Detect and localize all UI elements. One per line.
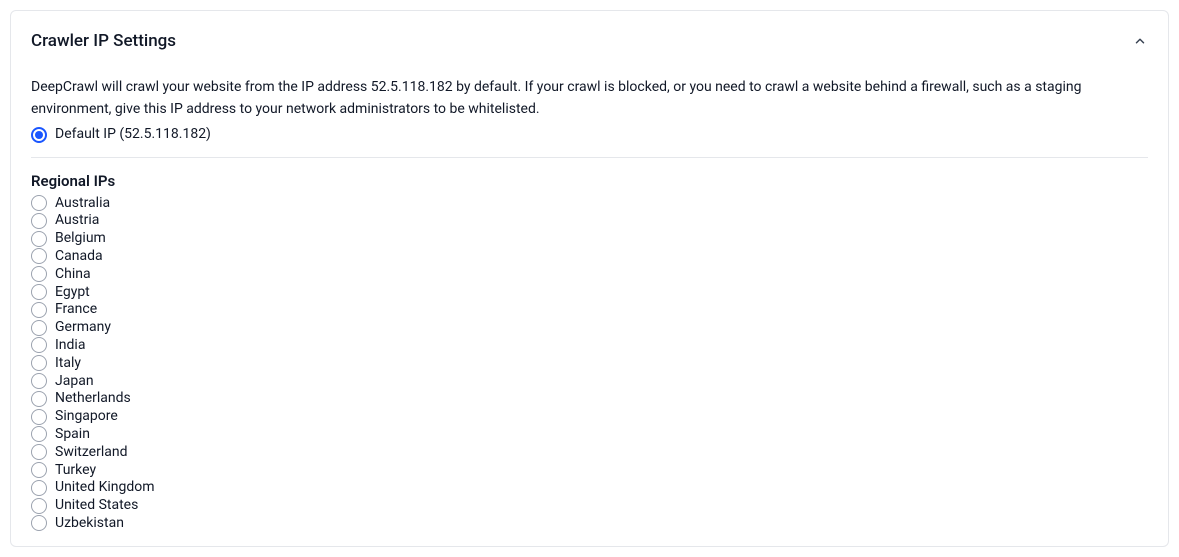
panel-description: DeepCrawl will crawl your website from t…: [31, 77, 1148, 120]
panel-header[interactable]: Crawler IP Settings: [31, 31, 1148, 51]
radio-icon[interactable]: [31, 266, 47, 282]
regional-ip-option[interactable]: Australia: [31, 194, 1148, 212]
radio-label: Japan: [55, 373, 94, 390]
regional-ip-option[interactable]: Japan: [31, 372, 1148, 390]
radio-icon[interactable]: [31, 444, 47, 460]
regional-ip-option[interactable]: Singapore: [31, 408, 1148, 426]
radio-label: United States: [55, 497, 138, 514]
radio-icon[interactable]: [31, 320, 47, 336]
radio-label: Switzerland: [55, 444, 127, 461]
regional-ip-option[interactable]: Austria: [31, 212, 1148, 230]
panel-title: Crawler IP Settings: [31, 31, 176, 51]
radio-icon[interactable]: [31, 480, 47, 496]
radio-icon[interactable]: [31, 337, 47, 353]
crawler-ip-settings-panel: Crawler IP Settings DeepCrawl will crawl…: [10, 10, 1169, 547]
radio-label: Default IP (52.5.118.182): [55, 126, 211, 143]
radio-label: Turkey: [55, 462, 96, 479]
radio-icon[interactable]: [31, 248, 47, 264]
radio-label: Australia: [55, 195, 110, 212]
chevron-up-icon[interactable]: [1132, 33, 1148, 49]
radio-icon[interactable]: [31, 462, 47, 478]
regional-ip-option[interactable]: France: [31, 301, 1148, 319]
radio-selected-icon[interactable]: [31, 127, 47, 143]
radio-icon[interactable]: [31, 284, 47, 300]
regional-ip-option[interactable]: United Kingdom: [31, 479, 1148, 497]
radio-label: Canada: [55, 248, 103, 265]
radio-label: Belgium: [55, 230, 106, 247]
regional-ips-title: Regional IPs: [31, 172, 1148, 190]
radio-label: Spain: [55, 426, 90, 443]
radio-icon[interactable]: [31, 213, 47, 229]
radio-icon[interactable]: [31, 409, 47, 425]
regional-ip-option[interactable]: Germany: [31, 319, 1148, 337]
regional-ip-option[interactable]: China: [31, 265, 1148, 283]
radio-label: Netherlands: [55, 390, 131, 407]
regional-ips-list: AustraliaAustriaBelgiumCanadaChinaEgyptF…: [31, 194, 1148, 532]
regional-ip-option[interactable]: Belgium: [31, 230, 1148, 248]
divider: [31, 157, 1148, 158]
radio-icon[interactable]: [31, 426, 47, 442]
radio-label: United Kingdom: [55, 479, 155, 496]
radio-label: Italy: [55, 355, 81, 372]
radio-icon[interactable]: [31, 515, 47, 531]
radio-icon[interactable]: [31, 231, 47, 247]
regional-ip-option[interactable]: Turkey: [31, 461, 1148, 479]
regional-ip-option[interactable]: Italy: [31, 354, 1148, 372]
regional-ip-option[interactable]: Switzerland: [31, 443, 1148, 461]
radio-icon[interactable]: [31, 302, 47, 318]
radio-label: India: [55, 337, 85, 354]
radio-label: Egypt: [55, 284, 90, 301]
radio-icon[interactable]: [31, 391, 47, 407]
regional-ip-option[interactable]: Uzbekistan: [31, 515, 1148, 533]
default-ip-option[interactable]: Default IP (52.5.118.182): [31, 126, 1148, 143]
regional-ip-option[interactable]: Egypt: [31, 283, 1148, 301]
regional-ip-option[interactable]: India: [31, 337, 1148, 355]
radio-label: Austria: [55, 212, 99, 229]
regional-ip-option[interactable]: Spain: [31, 426, 1148, 444]
radio-label: Germany: [55, 319, 111, 336]
radio-label: Singapore: [55, 408, 118, 425]
radio-icon[interactable]: [31, 195, 47, 211]
regional-ip-option[interactable]: Canada: [31, 248, 1148, 266]
radio-label: China: [55, 266, 91, 283]
radio-label: Uzbekistan: [55, 515, 124, 532]
regional-ip-option[interactable]: United States: [31, 497, 1148, 515]
regional-ip-option[interactable]: Netherlands: [31, 390, 1148, 408]
radio-icon[interactable]: [31, 373, 47, 389]
radio-icon[interactable]: [31, 498, 47, 514]
radio-icon[interactable]: [31, 355, 47, 371]
radio-label: France: [55, 301, 97, 318]
